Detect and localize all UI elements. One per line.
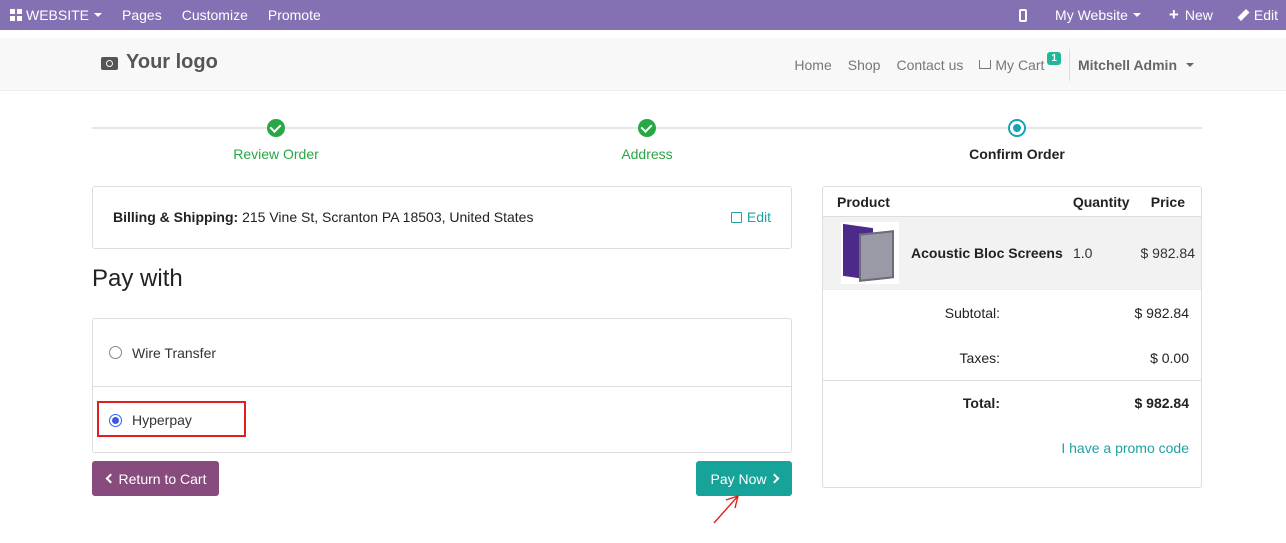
user-menu[interactable]: Mitchell Admin [1070,57,1194,73]
product-image [841,222,899,284]
chevron-right-icon [769,473,779,484]
website-menu[interactable]: WEBSITE [0,0,112,30]
my-website-label: My Website [1055,7,1128,23]
product-quantity: 1.0 [1073,245,1093,261]
payment-methods: Wire Transfer Hyperpay [92,318,792,453]
edit-link-label: Edit [746,209,771,225]
taxes-label: Taxes: [959,349,1000,366]
col-price: Price [1150,193,1185,210]
website-menu-label: WEBSITE [26,7,90,23]
product-name[interactable]: Acoustic Bloc Screens [911,245,1073,261]
subtotal-value: $ 982.84 [1134,304,1190,321]
user-name: Mitchell Admin [1077,56,1177,73]
mobile-icon [1019,8,1028,22]
promo-code-link[interactable]: I have a promo code [1061,440,1189,456]
step-label: Review Order [233,146,319,162]
step-review-order: Review Order [176,110,376,162]
edit-label: Edit [1253,7,1278,23]
return-to-cart-button[interactable]: Return to Cart [92,461,219,496]
payment-method-wire-transfer[interactable]: Wire Transfer [93,319,791,386]
total-label: Total: [962,395,1000,411]
site-logo[interactable]: Your logo [101,51,218,74]
chevron-left-icon [105,473,115,484]
billing-label: Billing & Shipping: [113,209,239,225]
highlight-box [97,401,246,437]
cart-line: Acoustic Bloc Screens 1.0 $ 982.84 [823,217,1201,290]
checkout-progress: Review Order Address Confirm Order [92,110,1202,170]
pages-menu[interactable]: Pages [112,0,172,30]
caret-down-icon [94,13,103,17]
pencil-icon [1237,8,1250,22]
customize-menu[interactable]: Customize [172,0,258,30]
main-nav: Home Shop Contact us My Cart 1 Mitchell … [786,38,1194,91]
billing-shipping-box: Billing & Shipping: 215 Vine St, Scranto… [92,186,792,249]
col-product: Product [837,193,890,210]
pay-with-heading: Pay with [92,265,183,292]
plus-icon: + [1168,5,1179,24]
camera-icon [101,57,118,70]
total-row: Total: $ 982.84 [823,380,1201,425]
cart-label: My Cart [995,56,1045,73]
taxes-value: $ 0.00 [1150,349,1189,366]
total-value: $ 982.84 [1134,395,1190,411]
logo-text: Your logo [126,51,218,73]
step-confirm-order: Confirm Order [917,110,1117,162]
caret-down-icon [1186,62,1194,67]
billing-address: 215 Vine St, Scranton PA 18503, United S… [242,209,534,225]
edit-icon [730,211,742,223]
site-header: Your logo Home Shop Contact us My Cart 1… [0,38,1286,91]
return-button-label: Return to Cart [118,470,207,487]
pay-button-label: Pay Now [710,470,767,487]
check-circle-icon [638,119,656,137]
nav-contact-us[interactable]: Contact us [888,57,971,73]
new-button[interactable]: + New [1151,0,1223,30]
new-label: New [1184,7,1213,23]
step-address: Address [547,110,747,162]
col-quantity: Quantity [1072,193,1130,210]
mobile-preview-button[interactable] [1009,0,1045,30]
step-label: Confirm Order [969,146,1065,162]
my-website-menu[interactable]: My Website [1045,0,1151,30]
subtotal-label: Subtotal: [944,304,1000,321]
product-price: $ 982.84 [1140,245,1196,261]
subtotal-row: Subtotal: $ 982.84 [823,290,1201,335]
admin-topbar: WEBSITE Pages Customize Promote My Websi… [0,0,1286,30]
cart-icon [979,60,992,69]
promote-menu[interactable]: Promote [258,0,331,30]
edit-button[interactable]: Edit [1223,0,1286,30]
taxes-row: Taxes: $ 0.00 [823,335,1201,380]
radio-button[interactable] [109,346,122,359]
order-summary: Product Quantity Price Acoustic Bloc Scr… [822,186,1202,488]
nav-home[interactable]: Home [786,57,839,73]
nav-shop[interactable]: Shop [840,57,889,73]
edit-address-link[interactable]: Edit [730,209,771,225]
summary-header: Product Quantity Price [823,187,1201,217]
apps-grid-icon [10,9,22,21]
current-step-icon [1008,119,1026,137]
nav-my-cart[interactable]: My Cart 1 [971,52,1069,73]
payment-method-label: Wire Transfer [132,344,217,361]
step-label: Address [621,146,673,162]
caret-down-icon [1132,13,1141,17]
red-arrow-annotation-icon [713,494,739,524]
check-circle-icon [267,119,285,137]
cart-count-badge: 1 [1047,52,1061,65]
